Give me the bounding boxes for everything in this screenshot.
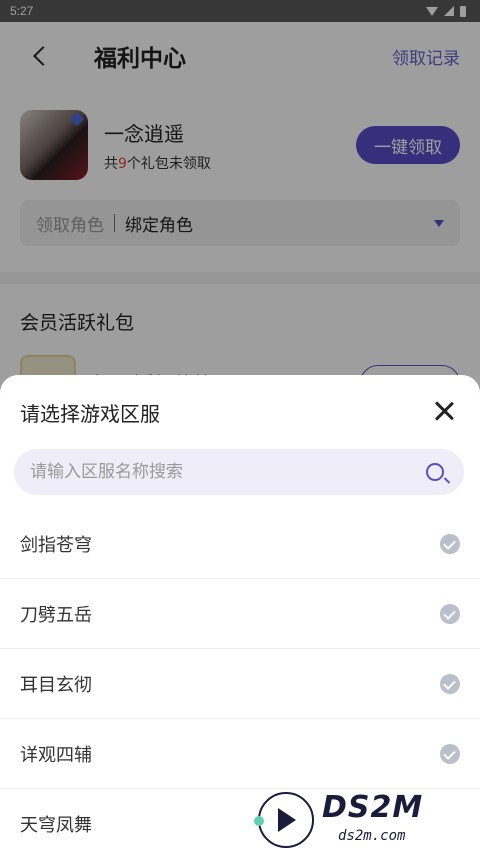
sheet-title: 请选择游戏区服 (20, 401, 160, 426)
search-box (14, 449, 464, 495)
watermark: DS2M ds2m.com (254, 790, 468, 850)
watermark-url: ds2m.com (338, 828, 406, 844)
server-name: 剑指苍穹 (20, 534, 92, 556)
server-item[interactable]: 耳目玄彻 (0, 649, 480, 719)
server-select-sheet: 请选择游戏区服 剑指苍穹 刀劈五岳 耳目玄彻 详观四辅 天穹凤舞 (0, 375, 480, 855)
server-search-input[interactable] (30, 462, 426, 482)
close-icon[interactable] (434, 401, 454, 421)
server-name: 耳目玄彻 (20, 674, 92, 696)
sheet-header: 请选择游戏区服 (0, 375, 480, 449)
server-name: 刀劈五岳 (20, 604, 92, 626)
server-name: 详观四辅 (20, 744, 92, 766)
server-item[interactable]: 剑指苍穹 (0, 509, 480, 579)
watermark-brand: DS2M (322, 790, 424, 825)
watermark-logo-icon (258, 792, 314, 848)
server-item[interactable]: 刀劈五岳 (0, 579, 480, 649)
check-icon (440, 673, 460, 694)
check-icon (440, 603, 460, 624)
server-item[interactable]: 详观四辅 (0, 719, 480, 789)
check-icon (440, 743, 460, 764)
watermark-dot (254, 816, 264, 826)
search-icon[interactable] (426, 463, 444, 481)
server-name: 天穹凤舞 (20, 814, 92, 836)
check-icon (440, 533, 460, 554)
